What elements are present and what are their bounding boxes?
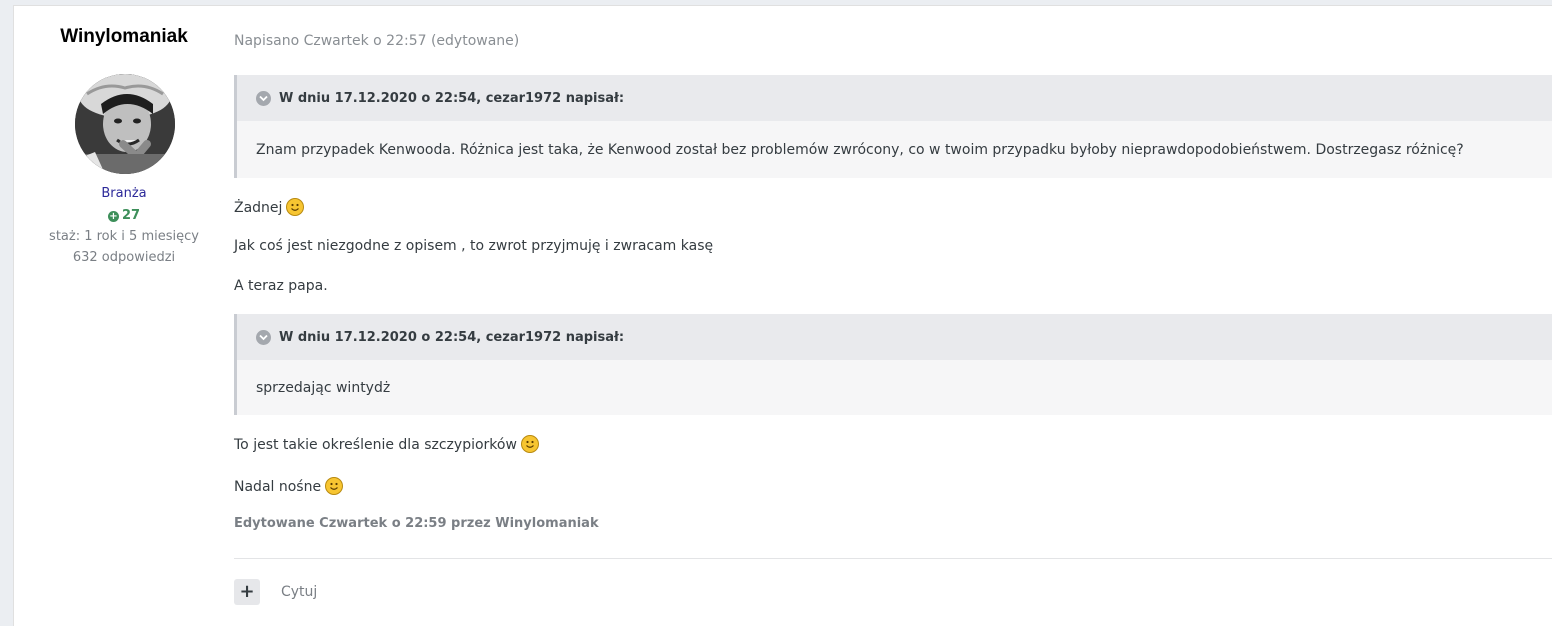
avatar-image (75, 74, 175, 174)
smile-emoji-icon (520, 435, 539, 453)
divider (234, 558, 1552, 559)
paragraph-text: Żadnej (234, 200, 283, 216)
author-group[interactable]: Branża (14, 186, 234, 201)
quote-body: Znam przypadek Kenwooda. Różnica jest ta… (237, 121, 1552, 178)
avatar[interactable] (75, 74, 175, 174)
reputation-count: 27 (121, 208, 141, 223)
paragraph-text: To jest takie określenie dla szczypiorkó… (234, 437, 517, 453)
post-paragraph: Nadal nośne (234, 477, 344, 495)
paragraph-text: Nadal nośne (234, 479, 322, 495)
post-paragraph: To jest takie określenie dla szczypiorkó… (234, 435, 539, 453)
author-tenure: staż: 1 rok i 5 miesięcy (49, 229, 199, 244)
smile-emoji-icon (325, 477, 344, 495)
quote-header[interactable]: W dniu 17.12.2020 o 22:54, cezar1972 nap… (237, 75, 1552, 121)
quote-button[interactable]: Cytuj (281, 584, 317, 600)
chevron-down-icon[interactable] (256, 329, 271, 345)
quote-block: W dniu 17.12.2020 o 22:54, cezar1972 nap… (234, 314, 1552, 415)
multiquote-add-button[interactable]: + (234, 579, 260, 605)
post-paragraph: Jak coś jest niezgodne z opisem , to zwr… (234, 238, 714, 254)
author-name[interactable]: Winylomaniak (14, 26, 234, 48)
quote-body-text: sprzedając wintydż (256, 379, 391, 396)
author-post-count: 632 odpowiedzi (72, 250, 176, 265)
plus-circle-icon: + (107, 211, 119, 222)
quote-block: W dniu 17.12.2020 o 22:54, cezar1972 nap… (234, 75, 1552, 178)
edited-note: Edytowane Czwartek o 22:59 przez Winylom… (234, 516, 599, 531)
quote-body-text: Znam przypadek Kenwooda. Różnica jest ta… (256, 141, 1464, 158)
post-paragraph: Żadnej (234, 198, 305, 216)
forum-post: Winylomaniak Branża +27 staż: 1 rok i 5 … (13, 5, 1552, 626)
smile-emoji-icon (286, 198, 305, 216)
reputation-badge: +27 (14, 208, 234, 223)
post-meta[interactable]: Napisano Czwartek o 22:57 (edytowane) (234, 33, 519, 49)
post-paragraph: A teraz papa. (234, 278, 328, 294)
chevron-down-icon[interactable] (256, 90, 271, 106)
quote-header-text: W dniu 17.12.2020 o 22:54, cezar1972 nap… (279, 90, 625, 106)
quote-header-text: W dniu 17.12.2020 o 22:54, cezar1972 nap… (279, 329, 625, 345)
quote-header[interactable]: W dniu 17.12.2020 o 22:54, cezar1972 nap… (237, 314, 1552, 360)
quote-body: sprzedając wintydż (237, 360, 1552, 415)
